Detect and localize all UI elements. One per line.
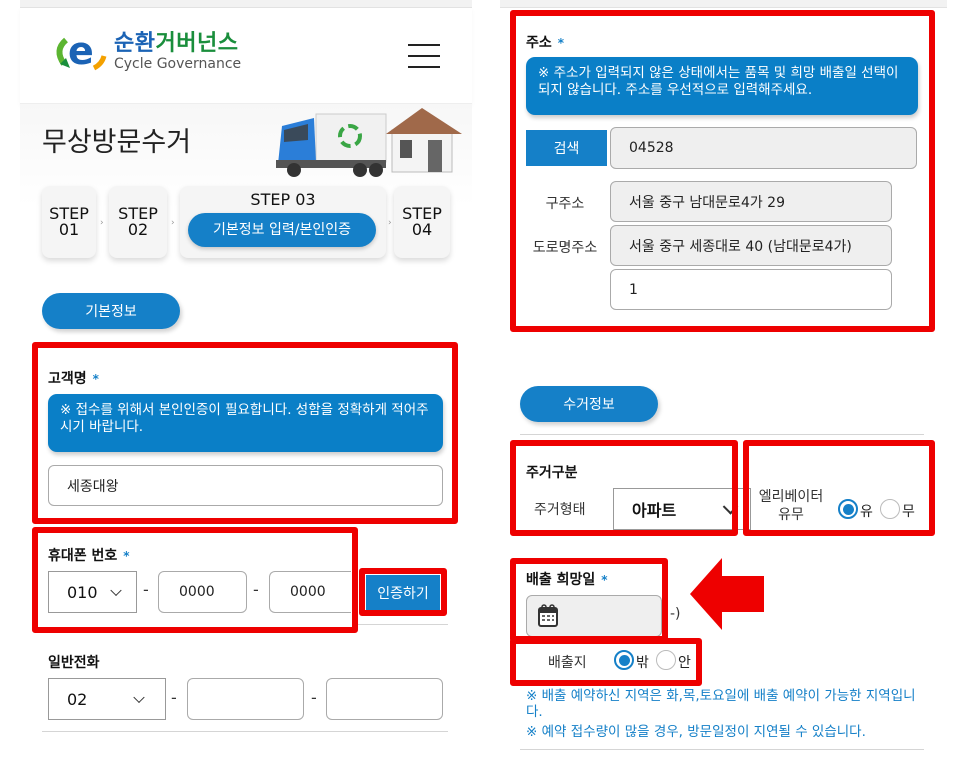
elevator-yes-radio[interactable] [838,499,858,519]
site-logo[interactable]: e 순환거버넌스 Cycle Governance [52,30,241,74]
landline-label: 일반전화 [48,655,100,671]
left-screen: e 순환거버넌스 Cycle Governance 무상방문수거 STEP 01… [0,0,482,761]
disposal-place-inside-label: 안 [678,655,691,671]
status-bar [20,0,472,8]
required-mark: * [123,549,130,563]
status-bar [500,0,947,8]
landline-prefix-value: 02 [67,689,88,709]
step-separator-icon: › [171,218,175,228]
customer-name-input[interactable]: 세종대왕 [48,465,443,506]
residence-type-select[interactable]: 아파트 [613,488,751,530]
step-01[interactable]: STEP 01 [42,186,96,258]
right-screen: 주소 * ※ 주소가 입력되지 않은 상태에서는 품목 및 희망 배출일 선택이 … [490,0,971,761]
elevator-yes-label: 유 [860,504,873,520]
step-04-number: 04 [411,220,433,239]
residence-type-label: 주거형태 [534,502,586,518]
chevron-down-icon [133,691,145,704]
separator-dash: - [253,580,259,599]
residence-type-value: 아파트 [632,501,677,520]
verify-button[interactable]: 인증하기 [366,575,440,611]
step-01-number: 01 [58,220,80,239]
customer-name-notice: ※ 접수를 위해서 본인인증이 필요합니다. 성함을 정확하게 적어주시기 바랍… [48,394,443,452]
step-separator-icon: › [100,218,104,228]
landline-last-input[interactable] [326,678,443,720]
step-separator-icon: › [388,218,392,228]
section-tab-pickup-info[interactable]: 수거정보 [520,386,658,422]
disposal-place-label: 배출지 [548,655,587,671]
info-delay-notice: ※ 예약 접수량이 많을 경우, 방문일정이 지연될 수 있습니다. [526,724,866,740]
page-title: 무상방문수거 [42,127,192,158]
info-reservation-days: ※ 배출 예약하신 지역은 화,목,토요일에 배출 예약이 가능한 지역입니다. [526,688,916,720]
elevator-no-label: 무 [902,504,915,520]
road-address-label: 도로명주소 [532,240,598,256]
disposal-place-inside-radio[interactable] [656,650,676,670]
mobile-prefix-select[interactable]: 010 [48,571,137,613]
hamburger-menu-icon[interactable] [408,44,440,68]
cycle-governance-logo-icon: e [56,30,107,73]
disposal-date-suffix: -) [670,606,681,622]
road-address-input[interactable]: 서울 중구 세종대로 40 (남대문로4가) [610,225,892,266]
mobile-label-text: 휴대폰 번호 [48,548,118,564]
elevator-no-radio[interactable] [880,499,900,519]
section-tab-basic-info[interactable]: 기본정보 [42,293,180,329]
postcode-input[interactable]: 04528 [610,127,917,169]
mobile-label: 휴대폰 번호 * [48,545,130,565]
elevator-label-line2: 유무 [778,507,804,523]
required-mark: * [557,36,565,50]
address-search-button[interactable]: 검색 [526,130,607,166]
landline-prefix-select[interactable]: 02 [48,678,166,720]
chevron-down-icon [110,584,122,597]
red-arrow-pointer-icon [690,558,764,630]
logo-english: Cycle Governance [114,56,242,72]
logo-ko-part1: 순환 [114,31,156,56]
step-02[interactable]: STEP 02 [109,186,167,258]
mobile-last-input[interactable]: 0000 [269,571,351,613]
landline-middle-input[interactable] [187,678,304,720]
old-address-label: 구주소 [545,196,585,212]
disposal-date-label-text: 배출 희망일 [526,572,596,588]
divider [520,434,924,435]
required-mark: * [601,573,608,587]
step-03-active[interactable]: STEP 03 기본정보 입력/본인인증 [180,186,386,258]
required-mark: * [92,372,99,386]
calendar-icon[interactable] [537,604,559,628]
old-address-input[interactable]: 서울 중구 남대문로4가 29 [610,181,892,222]
separator-dash: - [171,688,177,707]
disposal-place-outside-label: 밖 [636,655,649,671]
separator-dash: - [143,580,149,599]
logo-ko-part2: 거버넌스 [155,31,239,56]
address-label: 주소 * [526,32,564,52]
separator-dash: - [311,688,317,707]
mobile-prefix-value: 010 [67,582,98,602]
address-label-text: 주소 [526,35,552,51]
step-03-label: 기본정보 입력/본인인증 [188,213,376,247]
logo-korean: 순환거버넌스 [114,32,241,56]
address-notice: ※ 주소가 입력되지 않은 상태에서는 품목 및 희망 배출일 선택이 되지 않… [526,57,918,115]
site-header: e 순환거버넌스 Cycle Governance [20,8,472,104]
mobile-middle-input[interactable]: 0000 [158,571,247,613]
residence-label: 주거구분 [526,465,578,481]
divider [520,749,924,750]
disposal-date-label: 배출 희망일 * [526,569,608,589]
chevron-down-icon [722,499,739,515]
elevator-label-line1: 엘리베이터 [758,489,824,505]
customer-name-label-text: 고객명 [48,371,87,387]
elevator-label: 엘리베이터유무 [752,488,830,524]
svg-text:e: e [68,30,94,73]
disposal-date-input[interactable] [526,595,662,637]
step-02-number: 02 [127,220,149,239]
step-03-title: STEP 03 [250,190,316,209]
divider [358,624,448,625]
step-04[interactable]: STEP 04 [394,186,450,258]
address-detail-input[interactable]: 1 [610,269,892,310]
recycling-truck-house-illustration [276,108,462,177]
divider [42,731,448,732]
disposal-place-outside-radio[interactable] [614,650,634,670]
customer-name-label: 고객명 * [48,368,99,388]
